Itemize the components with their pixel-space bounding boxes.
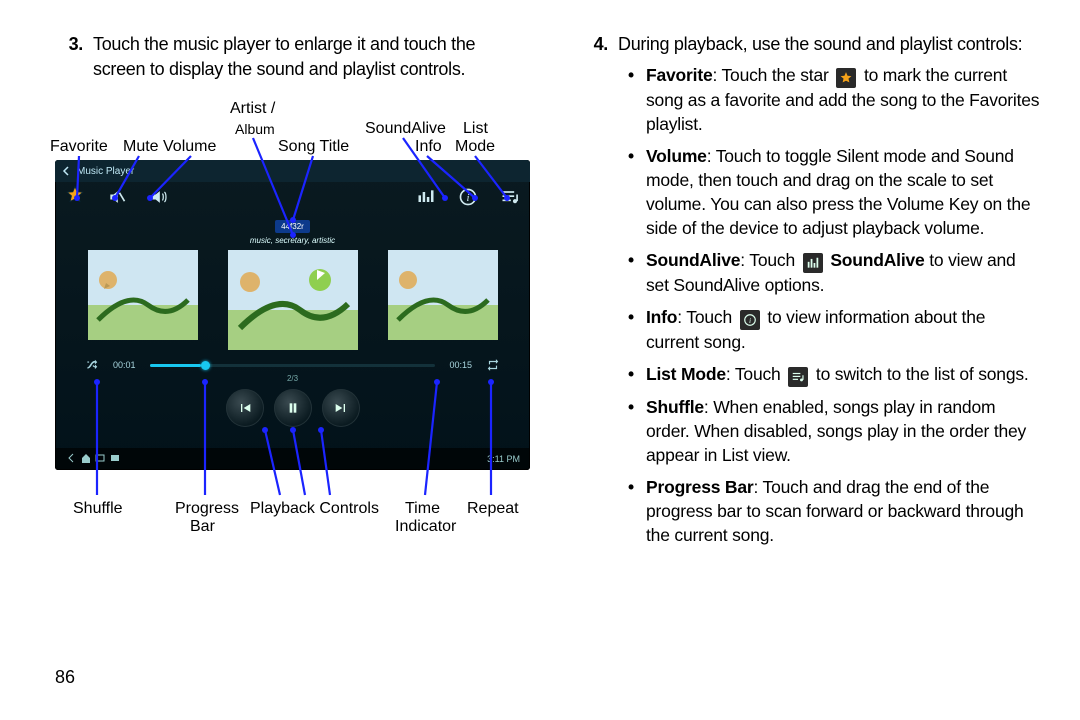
- step-3-number: 3.: [55, 32, 83, 82]
- label-time-l2: Indicator: [395, 518, 456, 536]
- bullet-volume: Volume: Touch to toggle Silent mode and …: [628, 144, 1040, 240]
- label-favorite: Favorite: [50, 138, 108, 156]
- music-player-screenshot: Music Player i 44f32r music, secretary, …: [55, 160, 530, 470]
- bullet-favorite: Favorite: Touch the star to mark the cur…: [628, 63, 1040, 136]
- bullet-info: Info: Touch i to view information about …: [628, 305, 1040, 354]
- play-pause-button[interactable]: [274, 389, 312, 427]
- nav-capture-icon[interactable]: [109, 452, 121, 464]
- list-mode-icon[interactable]: [500, 187, 520, 207]
- label-time-l1: Time: [405, 500, 440, 518]
- nav-home-icon[interactable]: [80, 452, 92, 464]
- label-shuffle: Shuffle: [73, 500, 123, 518]
- label-artist-l1: Artist /: [230, 100, 275, 118]
- favorite-button[interactable]: [65, 185, 85, 210]
- next-button[interactable]: [322, 389, 360, 427]
- svg-text:i: i: [749, 316, 751, 325]
- label-repeat: Repeat: [467, 500, 519, 518]
- label-song-title: Song Title: [278, 138, 349, 156]
- bullet-progress-bar: Progress Bar: Touch and drag the end of …: [628, 475, 1040, 547]
- track-fraction: 2/3: [55, 374, 530, 383]
- status-clock: 3:11 PM: [487, 454, 520, 464]
- info-circle-icon: i: [740, 310, 760, 330]
- list-icon: [788, 367, 808, 387]
- progress-bar[interactable]: [150, 364, 436, 367]
- track-id: 44f32r: [275, 220, 310, 233]
- repeat-icon[interactable]: [486, 358, 500, 372]
- album-cover-current[interactable]: [228, 250, 358, 350]
- label-progress-l2: Bar: [190, 518, 215, 536]
- bullet-soundalive: SoundAlive: Touch SoundAlive to view and…: [628, 248, 1040, 297]
- back-icon: [61, 166, 71, 176]
- label-info: Info: [415, 138, 442, 156]
- nav-recent-icon[interactable]: [94, 452, 106, 464]
- album-cover-next[interactable]: [388, 250, 498, 340]
- step-4-text: During playback, use the sound and playl…: [618, 32, 1022, 57]
- page-number: 86: [55, 667, 75, 688]
- mute-icon[interactable]: [107, 187, 127, 207]
- app-title: Music Player: [77, 166, 134, 177]
- label-mute: Mute: [123, 138, 159, 156]
- label-listmode-l1: List: [463, 120, 488, 138]
- volume-icon[interactable]: [149, 187, 169, 207]
- equalizer-icon: [803, 253, 823, 273]
- step-4-number: 4.: [580, 32, 608, 57]
- label-playback-controls: Playback Controls: [250, 500, 379, 518]
- bullet-list-mode: List Mode: Touch to switch to the list o…: [628, 362, 1040, 387]
- album-cover-prev[interactable]: [88, 250, 198, 340]
- shuffle-icon[interactable]: [85, 358, 99, 372]
- info-icon[interactable]: i: [458, 187, 478, 207]
- label-soundalive: SoundAlive: [365, 120, 446, 138]
- label-volume: Volume: [163, 138, 216, 156]
- label-artist-l2: Album: [235, 120, 275, 138]
- prev-button[interactable]: [226, 389, 264, 427]
- time-total: 00:15: [449, 360, 472, 370]
- label-progress-l1: Progress: [175, 500, 239, 518]
- bullet-shuffle: Shuffle: When enabled, songs play in ran…: [628, 395, 1040, 467]
- star-icon: [836, 68, 856, 88]
- time-elapsed: 00:01: [113, 360, 136, 370]
- track-subtitle: music, secretary, artistic: [250, 236, 335, 245]
- svg-text:i: i: [466, 192, 469, 204]
- nav-back-icon[interactable]: [65, 452, 77, 464]
- step-3-text: Touch the music player to enlarge it and…: [93, 32, 530, 82]
- label-listmode-l2: Mode: [455, 138, 495, 156]
- soundalive-icon[interactable]: [416, 187, 436, 207]
